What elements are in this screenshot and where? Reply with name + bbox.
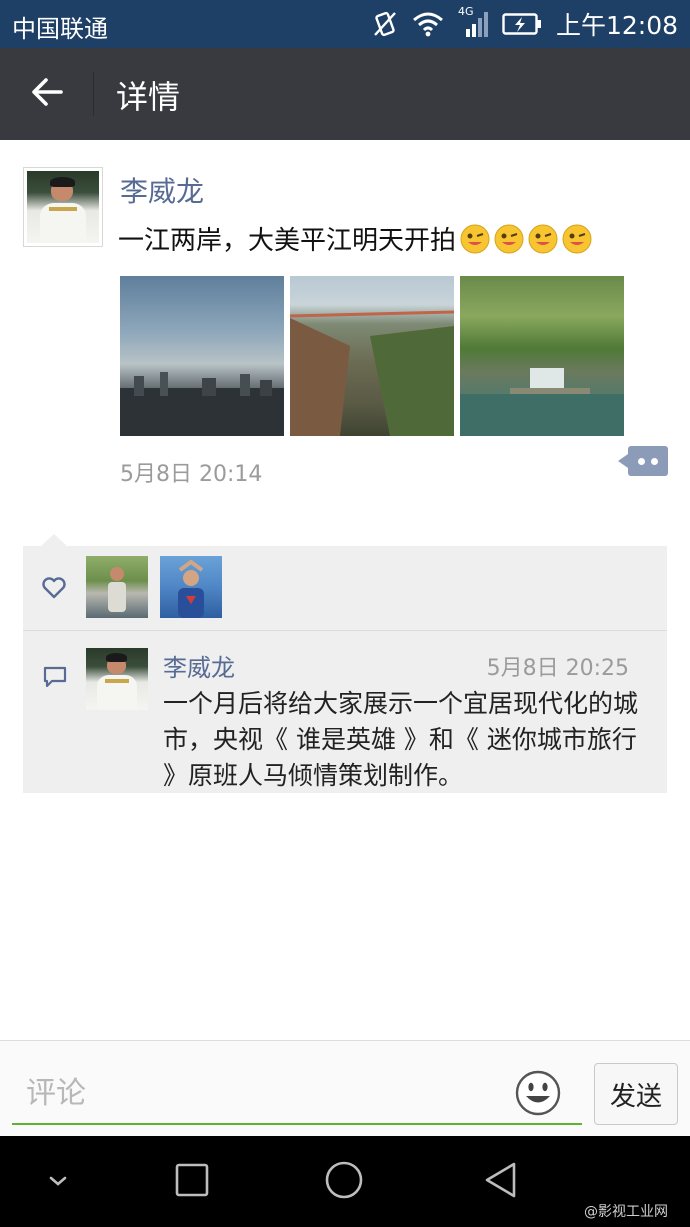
carrier-label: 中国联通 xyxy=(12,15,108,43)
panel-divider xyxy=(23,630,667,631)
status-icons: 4G 上午12:08 xyxy=(372,5,678,42)
tongue-wink-emoji-icon xyxy=(528,224,558,254)
battery-charging-icon xyxy=(502,12,542,36)
title-divider xyxy=(93,72,94,116)
more-dot-icon xyxy=(638,457,645,465)
recent-apps-button[interactable] xyxy=(170,1162,214,1202)
waterfall-photo[interactable] xyxy=(460,276,624,436)
arrow-left-icon xyxy=(30,77,64,111)
back-button[interactable] xyxy=(22,70,72,118)
system-nav-bar: @影视工业网 xyxy=(0,1136,690,1227)
liker-avatar[interactable] xyxy=(86,556,148,618)
square-icon xyxy=(174,1162,210,1202)
more-actions-button[interactable] xyxy=(618,446,668,476)
avatar-photo xyxy=(86,648,148,710)
tongue-wink-emoji-icon xyxy=(562,224,592,254)
author-name[interactable]: 李威龙 xyxy=(120,170,204,210)
smiley-icon xyxy=(515,1070,561,1116)
likes-row xyxy=(23,546,667,630)
likes-comments-panel: 李威龙 5月8日 20:25 一个月后将给大家展示一个宜居现代化的城市，央视《 … xyxy=(23,534,667,793)
clock-time: 上午12:08 xyxy=(555,11,678,40)
send-button[interactable]: 发送 xyxy=(594,1063,678,1125)
circle-icon xyxy=(324,1160,364,1204)
back-nav-button[interactable] xyxy=(478,1162,522,1202)
heart-icon xyxy=(41,576,67,604)
comment-bubble-icon xyxy=(43,666,67,692)
comment-text: 一个月后将给大家展示一个宜居现代化的城市，央视《 谁是英雄 》和《 迷你城市旅行… xyxy=(163,689,639,790)
tongue-wink-emoji-icon xyxy=(460,224,490,254)
chevron-down-icon xyxy=(47,1173,69,1192)
status-bar: 中国联通 4G 上午12:08 xyxy=(0,0,690,48)
post-text: 一江两岸，大美平江明天开拍 xyxy=(118,226,457,256)
liker-avatar[interactable] xyxy=(160,556,222,618)
commenter-avatar[interactable] xyxy=(86,648,148,710)
more-dot-icon xyxy=(651,457,658,465)
comment-input-bar: 发送 xyxy=(0,1040,690,1136)
network-type: 4G xyxy=(457,5,474,18)
triangle-back-icon xyxy=(482,1161,518,1203)
watermark: @影视工业网 xyxy=(584,1204,668,1220)
author-avatar[interactable] xyxy=(23,167,103,247)
post-text-line: 一江两岸，大美平江明天开拍 xyxy=(118,220,592,257)
comment-input[interactable] xyxy=(12,1063,582,1125)
post-timestamp: 5月8日 20:14 xyxy=(120,462,263,487)
commenter-name[interactable]: 李威龙 xyxy=(163,648,235,683)
hide-keyboard-button[interactable] xyxy=(36,1162,80,1202)
signal-icon: 4G xyxy=(458,5,488,39)
comment-timestamp: 5月8日 20:25 xyxy=(486,656,629,681)
city-skyline-photo[interactable] xyxy=(120,276,284,436)
home-button[interactable] xyxy=(322,1160,366,1204)
cliff-bridge-photo[interactable] xyxy=(290,276,454,436)
tongue-wink-emoji-icon xyxy=(494,224,524,254)
wifi-icon xyxy=(412,11,444,37)
emoji-picker-button[interactable] xyxy=(514,1069,562,1117)
avatar-photo xyxy=(27,171,99,243)
title-bar: 详情 xyxy=(0,48,690,140)
page-title: 详情 xyxy=(116,78,181,116)
vibrate-icon xyxy=(372,10,398,38)
